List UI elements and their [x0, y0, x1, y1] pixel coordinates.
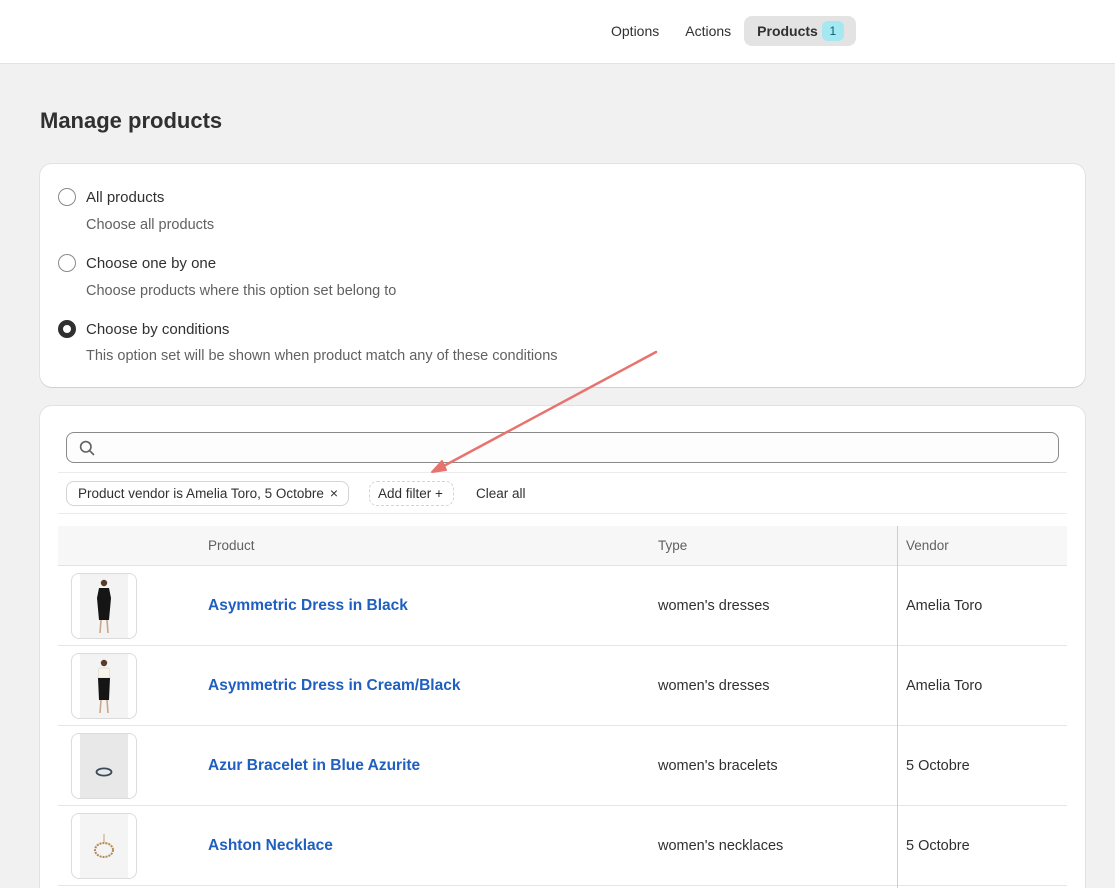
products-tab[interactable]: Products 1: [744, 16, 856, 46]
radio-button[interactable]: [58, 188, 76, 206]
product-name-link[interactable]: Azur Bracelet in Blue Azurite: [208, 726, 420, 806]
search-field[interactable]: [66, 432, 1059, 463]
bracelet-image: [80, 734, 128, 798]
products-count-badge: 1: [821, 21, 844, 41]
dress-black-image: [80, 574, 128, 638]
column-divider: [897, 526, 898, 888]
necklace-image: [80, 814, 128, 878]
products-tab-label: Products: [757, 23, 818, 39]
radio-all-products[interactable]: All products Choose all products: [58, 188, 214, 235]
search-input[interactable]: [103, 436, 1043, 460]
actions-tab[interactable]: Actions: [672, 16, 744, 46]
product-vendor: Amelia Toro: [906, 598, 983, 614]
product-vendor: 5 Octobre: [906, 758, 970, 774]
table-row[interactable]: Asymmetric Dress in Cream/Black women's …: [58, 646, 1067, 726]
products-card: Product vendor is Amelia Toro, 5 Octobre…: [40, 406, 1085, 888]
column-header-product: Product: [208, 538, 255, 553]
product-selection-card: All products Choose all products Choose …: [40, 164, 1085, 387]
product-vendor: Amelia Toro: [906, 678, 983, 694]
radio-button[interactable]: [58, 254, 76, 272]
table-row[interactable]: Azur Bracelet in Blue Azurite women's br…: [58, 726, 1067, 806]
search-icon: [79, 440, 95, 456]
clear-all-button[interactable]: Clear all: [476, 481, 526, 506]
radio-choose-by-conditions[interactable]: Choose by conditions This option set wil…: [58, 320, 558, 366]
table-row[interactable]: Asymmetric Dress in Black women's dresse…: [58, 566, 1067, 646]
product-thumbnail: [71, 813, 137, 879]
column-header-vendor: Vendor: [906, 538, 949, 553]
top-bar: Options Actions Products 1: [0, 0, 1115, 64]
applied-filter-label: Product vendor is Amelia Toro, 5 Octobre: [78, 486, 324, 501]
radio-label: All products: [86, 189, 165, 206]
product-name-link[interactable]: Asymmetric Dress in Black: [208, 566, 408, 646]
radio-help-text: This option set will be shown when produ…: [86, 348, 558, 364]
product-type: women's bracelets: [658, 758, 778, 774]
products-table: Product Type Vendor Asymmetric Dress in …: [58, 526, 1067, 888]
column-header-type: Type: [658, 538, 688, 553]
radio-help-text: Choose all products: [86, 217, 215, 233]
table-header: Product Type Vendor: [58, 526, 1067, 566]
options-tab[interactable]: Options: [598, 16, 672, 46]
product-vendor: 5 Octobre: [906, 838, 970, 854]
applied-filter-chip[interactable]: Product vendor is Amelia Toro, 5 Octobre…: [66, 481, 350, 506]
product-thumbnail: [71, 733, 137, 799]
product-name-link[interactable]: Ashton Necklace: [208, 806, 333, 886]
filter-bar: Product vendor is Amelia Toro, 5 Octobre…: [58, 472, 1067, 514]
radio-help-text: Choose products where this option set be…: [86, 283, 397, 299]
radio-choose-one-by-one[interactable]: Choose one by one Choose products where …: [58, 254, 396, 301]
radio-label: Choose by conditions: [86, 321, 230, 338]
table-row[interactable]: Ashton Necklace women's necklaces 5 Octo…: [58, 806, 1067, 886]
close-icon[interactable]: ×: [330, 485, 338, 501]
product-thumbnail: [71, 573, 137, 639]
radio-button-checked[interactable]: [58, 320, 76, 338]
add-filter-button[interactable]: Add filter +: [369, 481, 454, 506]
product-thumbnail: [71, 653, 137, 719]
product-type: women's necklaces: [658, 838, 784, 854]
top-nav: Options Actions Products 1: [598, 16, 856, 46]
radio-label: Choose one by one: [86, 255, 217, 272]
dress-cream-image: [80, 654, 128, 718]
product-type: women's dresses: [658, 598, 770, 614]
page-title: Manage products: [40, 108, 223, 133]
product-type: women's dresses: [658, 678, 770, 694]
product-name-link[interactable]: Asymmetric Dress in Cream/Black: [208, 646, 460, 726]
